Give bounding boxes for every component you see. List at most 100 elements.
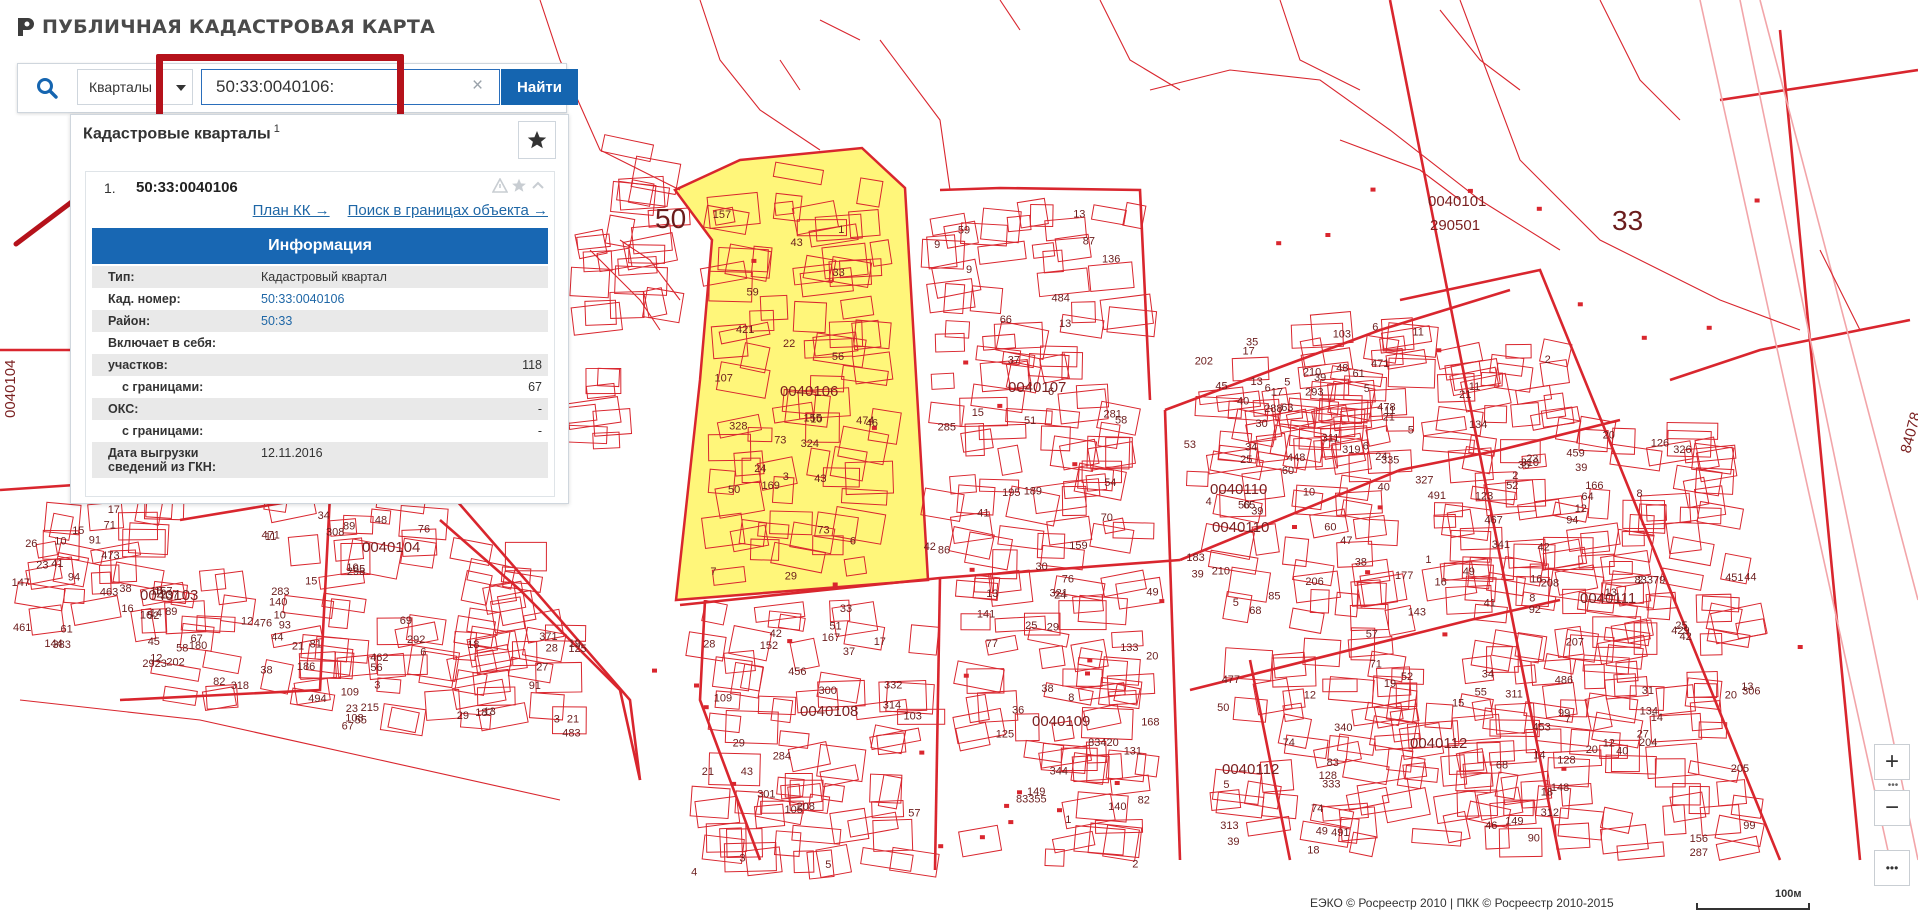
scale-bar xyxy=(1696,903,1810,910)
parcel-label: 462 xyxy=(370,652,388,664)
parcel-label: 17 xyxy=(874,636,886,648)
parcel-label: 476 xyxy=(254,618,272,630)
clear-icon[interactable]: × xyxy=(472,76,483,96)
parcel-label: 29 xyxy=(733,738,745,750)
parcel-label: 306 xyxy=(1742,686,1760,698)
parcel-label: 12 xyxy=(1603,738,1615,750)
parcel-label: 134 xyxy=(1640,705,1658,717)
parcel-label: 25 xyxy=(1240,454,1252,466)
parcel-label: 10 xyxy=(1303,487,1315,499)
parcel-label: 327 xyxy=(1415,474,1433,486)
info-table: Тип: Кадастровый квартал Кад. номер: 50:33… xyxy=(92,266,548,478)
parcel-label: 30 xyxy=(1256,418,1268,430)
parcel-label: 283 xyxy=(271,586,289,598)
parcel-label: 5 xyxy=(1223,779,1229,791)
star-outline-icon[interactable] xyxy=(511,178,527,193)
parcel-label: 45 xyxy=(148,636,160,648)
parcel-label: 6 xyxy=(1048,386,1054,398)
parcel-label: 5 xyxy=(1233,597,1239,609)
parcel-label: 23 xyxy=(36,560,48,572)
parcel-label: 22 xyxy=(783,338,795,350)
parcel-label: 13 xyxy=(1073,208,1085,220)
result-item[interactable]: 1. 50:33:0040106 План КК → Поиск в грани… xyxy=(85,171,555,497)
parcel-label: 131 xyxy=(1124,746,1142,758)
parcel-label: 1 xyxy=(1425,554,1431,566)
parcel-label: 25 xyxy=(1025,620,1037,632)
parcel-label: 91 xyxy=(529,680,541,692)
parcel-label: 41 xyxy=(1484,598,1496,610)
plan-kk-link[interactable]: План КК → xyxy=(253,202,330,219)
parcel-label: 156 xyxy=(1690,833,1708,845)
parcel-label: 125 xyxy=(996,729,1014,741)
parcel-label: 314 xyxy=(883,700,901,712)
parcel-label: 43 xyxy=(791,237,803,249)
parcel-label: 311 xyxy=(1505,688,1523,700)
parcel-label: 11 xyxy=(1412,327,1423,339)
parcel-label: 20 xyxy=(1725,690,1737,702)
info-row-cad-number: Кад. номер: 50:33:0040106 xyxy=(92,288,548,310)
parcel-label: 6 xyxy=(420,647,426,659)
zoom-in-button[interactable]: + xyxy=(1874,744,1910,780)
result-cadastral-number[interactable]: 50:33:0040106 xyxy=(136,179,238,196)
parcel-label: 205 xyxy=(1731,763,1749,775)
quarter-label: 0040106 xyxy=(780,383,838,400)
parcel-label: 50 xyxy=(728,484,740,496)
result-icons xyxy=(492,178,546,193)
parcel-label: 157 xyxy=(713,209,731,221)
parcel-label: 34 xyxy=(318,510,330,522)
parcel-label: 10 xyxy=(346,562,358,574)
parcel-label: 53 xyxy=(1184,439,1196,451)
zoom-out-button[interactable]: − xyxy=(1874,790,1910,826)
parcel-label: 168 xyxy=(1141,717,1159,729)
parcel-label: 202 xyxy=(1195,355,1213,367)
parcel-label: 21 xyxy=(567,714,579,726)
parcel-label: 125 xyxy=(568,643,586,655)
parcel-label: 87 xyxy=(1083,235,1095,247)
parcel-label: 38 xyxy=(1041,683,1053,695)
parcel-label: 5 xyxy=(1284,376,1290,388)
parcel-label: 85 xyxy=(1268,591,1280,603)
parcel-label: 17 xyxy=(1271,387,1283,399)
search-input[interactable] xyxy=(201,69,500,105)
star-icon xyxy=(527,131,547,149)
favorite-button[interactable] xyxy=(518,121,556,159)
more-button[interactable]: ••• xyxy=(1874,850,1910,886)
parcel-label: 281 xyxy=(1104,409,1122,421)
app-header: ПУБЛИЧНАЯ КАДАСТРОВАЯ КАРТА xyxy=(16,16,435,38)
parcel-label: 56 xyxy=(832,351,844,363)
parcel-label: 109 xyxy=(341,686,359,698)
chevron-up-icon[interactable] xyxy=(530,178,546,193)
parcel-label: 71 xyxy=(1370,658,1382,670)
parcel-label: 57 xyxy=(1366,628,1378,640)
district-link[interactable]: 50:33 xyxy=(261,314,542,328)
parcel-label: 49 xyxy=(1463,566,1475,578)
warning-icon[interactable] xyxy=(492,178,508,193)
parcel-label: 64 xyxy=(1581,491,1593,503)
find-button[interactable]: Найти xyxy=(501,69,578,105)
object-type-select[interactable]: Кварталы xyxy=(77,69,193,105)
info-row-parcels-bounded: с границами: 67 xyxy=(122,380,542,394)
parcel-label: 16 xyxy=(121,603,133,615)
parcel-label: 41 xyxy=(51,558,63,570)
parcel-label: 328 xyxy=(729,420,747,432)
parcel-label: 456 xyxy=(788,666,806,678)
parcel-label: 308 xyxy=(326,527,344,539)
parcel-label: 2 xyxy=(1545,354,1551,366)
parcel-label: 76 xyxy=(418,523,430,535)
parcel-label: 166 xyxy=(1585,480,1603,492)
parcel-label: 39 xyxy=(1314,372,1326,384)
cad-number-link[interactable]: 50:33:0040106 xyxy=(261,292,542,306)
parcel-label: 13 xyxy=(484,706,496,718)
search-icon[interactable] xyxy=(18,64,76,112)
parcel-label: 39 xyxy=(1192,569,1204,581)
parcel-label: 321 xyxy=(1050,588,1068,600)
parcel-label: 340 xyxy=(1334,722,1352,734)
parcel-label: 148 xyxy=(1551,782,1569,794)
parcel-label: 81 xyxy=(310,639,322,651)
parcel-label: 45 xyxy=(1215,380,1227,392)
quarter-label: 84078 xyxy=(1897,410,1918,455)
search-within-bounds-link[interactable]: Поиск в границах объекта → xyxy=(348,202,548,219)
parcel-label: 24 xyxy=(754,463,766,475)
parcel-label: 17 xyxy=(1243,346,1255,358)
parcel-label: 23 xyxy=(346,703,358,715)
